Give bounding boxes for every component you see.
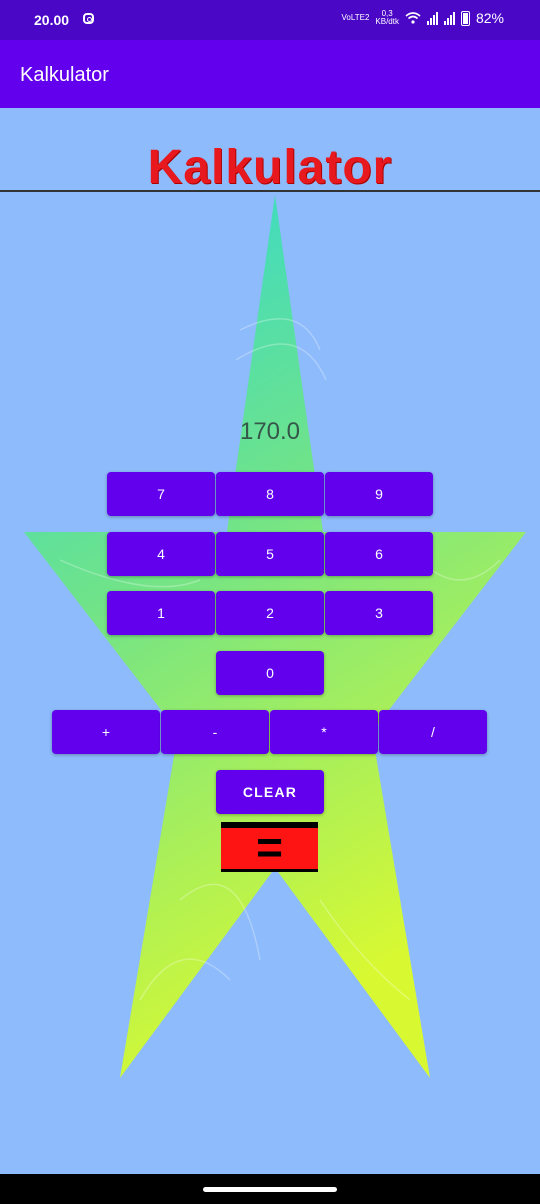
key-4-button[interactable]: 4 — [107, 532, 215, 576]
key-8-button[interactable]: 8 — [216, 472, 324, 516]
subtract-button[interactable]: - — [161, 710, 269, 754]
key-3-button[interactable]: 3 — [325, 591, 433, 635]
title-divider — [0, 190, 540, 192]
clear-button[interactable]: CLEAR — [216, 770, 324, 814]
key-5-button[interactable]: 5 — [216, 532, 324, 576]
divide-button[interactable]: / — [379, 710, 487, 754]
key-1-button[interactable]: 1 — [107, 591, 215, 635]
equals-button[interactable]: = — [221, 822, 318, 872]
equals-label: = — [256, 820, 283, 873]
key-0-button[interactable]: 0 — [216, 651, 324, 695]
add-button[interactable]: + — [52, 710, 160, 754]
page-title: Kalkulator — [147, 141, 393, 194]
home-gesture-handle[interactable] — [203, 1187, 337, 1192]
key-9-button[interactable]: 9 — [325, 472, 433, 516]
key-7-button[interactable]: 7 — [107, 472, 215, 516]
key-2-button[interactable]: 2 — [216, 591, 324, 635]
navigation-bar — [0, 1174, 540, 1204]
key-6-button[interactable]: 6 — [325, 532, 433, 576]
multiply-button[interactable]: * — [270, 710, 378, 754]
result-display: 170.0 — [239, 418, 301, 445]
